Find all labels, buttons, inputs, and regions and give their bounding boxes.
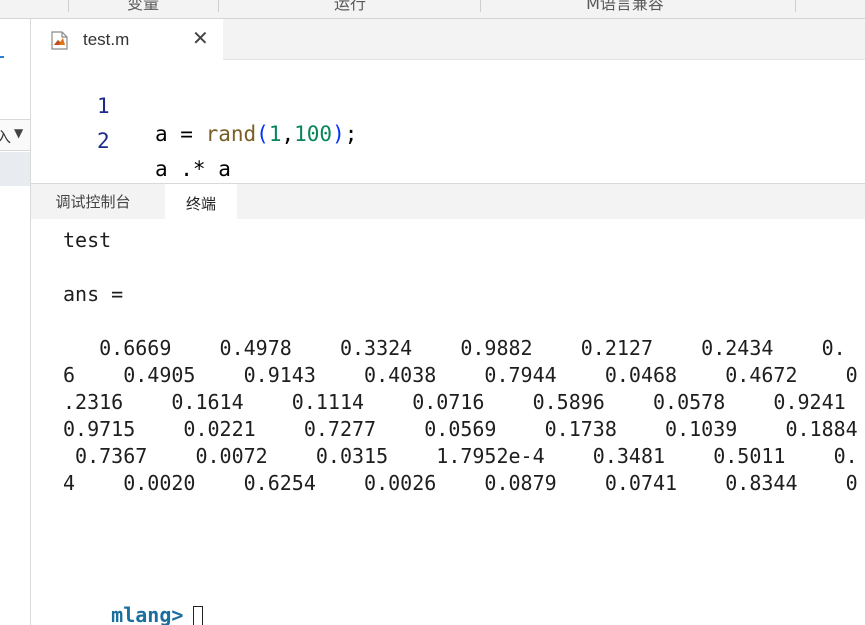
code-line: 1 a = rand(1,100); — [31, 64, 357, 146]
left-panel-indicator — [0, 56, 4, 58]
terminal-prompt-line[interactable]: mlang> — [63, 576, 204, 625]
left-panel-selected-row[interactable] — [0, 152, 30, 186]
close-icon[interactable]: ✕ — [192, 28, 209, 48]
tab-terminal[interactable]: 终端 — [165, 184, 237, 222]
left-panel-dropdown[interactable]: 入 ▼ — [0, 119, 30, 151]
matlab-file-icon — [51, 31, 68, 50]
terminal-line: 0.9715 0.0221 0.7277 0.0569 0.1738 0.103… — [63, 417, 858, 441]
line-number: 2 — [97, 129, 110, 153]
code-editor[interactable]: 1 a = rand(1,100); 2 a .* a — [31, 60, 865, 182]
tab-test-m[interactable]: test.m ✕ — [31, 19, 223, 60]
tab-filename: test.m — [83, 30, 130, 49]
toolbar-separator — [218, 0, 219, 12]
code-line-text: a .* a — [155, 157, 231, 181]
bottom-panel-tabs: 调试控制台 终端 — [31, 183, 865, 222]
toolbar-separator — [795, 0, 796, 12]
toolbar-separator — [480, 0, 481, 12]
ribbon-section-m-compat[interactable]: M语言兼容 — [570, 0, 680, 15]
ribbon-section-variables[interactable]: 变量 — [110, 0, 176, 15]
dropdown-text: 入 — [0, 128, 12, 146]
terminal-line: 6 0.4905 0.9143 0.4038 0.7944 0.0468 0.4… — [63, 363, 858, 387]
terminal-line: .2316 0.1614 0.1114 0.0716 0.5896 0.0578… — [63, 390, 846, 414]
terminal-line: 0.6669 0.4978 0.3324 0.9882 0.2127 0.243… — [63, 336, 846, 360]
code-line-text: a = rand(1,100); — [155, 122, 358, 146]
chevron-down-icon: ▼ — [14, 126, 24, 140]
line-number: 1 — [97, 94, 110, 118]
ribbon-toolbar: 变量 运行 M语言兼容 — [0, 0, 865, 19]
toolbar-separator — [68, 0, 69, 12]
code-line: 2 a .* a — [31, 99, 231, 181]
editor-tab-bar: test.m ✕ — [31, 19, 865, 60]
terminal-line: 4 0.0020 0.6254 0.0026 0.0879 0.0741 0.8… — [63, 471, 858, 495]
ribbon-section-run[interactable]: 运行 — [310, 0, 390, 15]
terminal-line: ans = — [63, 282, 124, 306]
terminal-prompt: mlang> — [111, 603, 184, 625]
tab-debug-console[interactable]: 调试控制台 — [31, 184, 155, 220]
terminal-line: test — [63, 228, 112, 252]
left-panel: 入 ▼ — [0, 19, 31, 625]
terminal-output[interactable]: test ans = 0.6669 0.4978 0.3324 0.9882 0… — [31, 219, 865, 625]
terminal-line: 0.7367 0.0072 0.0315 1.7952e-4 0.3481 0.… — [63, 444, 858, 468]
text-cursor — [193, 605, 204, 625]
